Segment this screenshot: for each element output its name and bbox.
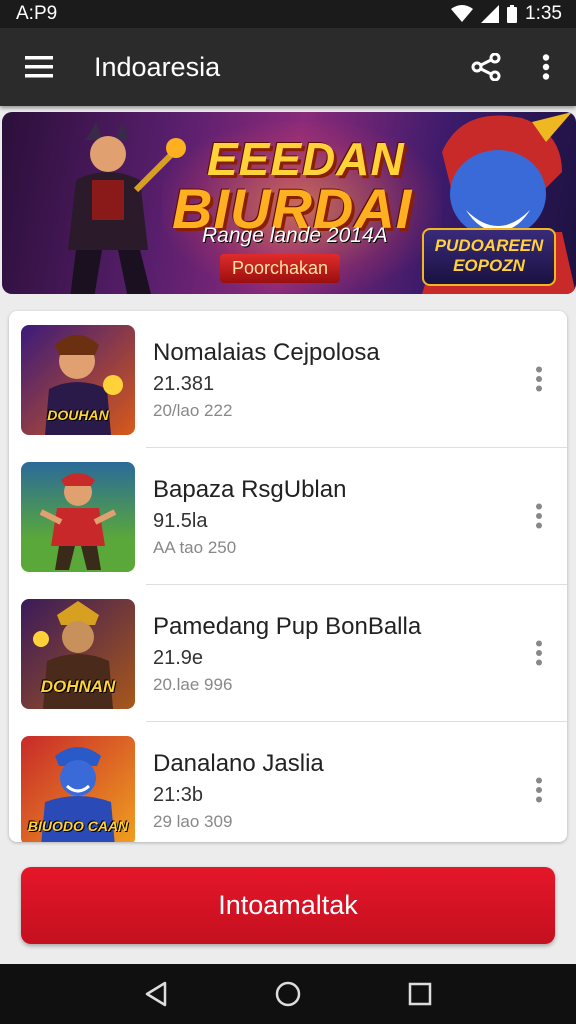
recents-button[interactable] <box>390 964 450 1024</box>
status-bar: A:P9 1:35 <box>0 0 576 28</box>
menu-button[interactable] <box>0 28 78 106</box>
game-title: Nomalaias Cejpolosa <box>153 339 380 366</box>
banner-subtitle: Range lande 2014A <box>202 224 388 247</box>
system-nav-bar <box>0 964 576 1024</box>
banner-pill: Poorchakan <box>220 254 341 283</box>
game-thumbnail: DOHNAN <box>21 599 135 709</box>
games-list: DOUHAN Nomalaias Cejpolosa 21.381 20/lao… <box>9 311 567 842</box>
vertical-dots-icon <box>536 777 542 803</box>
game-stat: 91.5la <box>153 510 208 532</box>
hamburger-menu-icon <box>25 56 53 78</box>
banner-badge: PUDOAREEN EOPOZN <box>422 228 556 286</box>
list-item[interactable]: DOUHAN Nomalaias Cejpolosa 21.381 20/lao… <box>9 311 567 448</box>
game-thumbnail: BIUODO CAAN <box>21 736 135 842</box>
game-title: Danalano Jaslia <box>153 750 324 777</box>
vertical-dots-icon <box>536 503 542 529</box>
item-more-button[interactable] <box>523 357 555 401</box>
overflow-menu-button[interactable] <box>516 28 576 106</box>
status-icons: 1:35 <box>451 3 562 25</box>
game-meta: AA tao 250 <box>153 538 237 557</box>
thumbnail-label: DOHNAN <box>40 677 116 696</box>
item-more-button[interactable] <box>523 631 555 675</box>
vertical-dots-icon <box>536 366 542 392</box>
status-time: A:P9 <box>16 3 58 24</box>
thumbnail-label: DOUHAN <box>47 407 109 423</box>
game-stat: 21.9e <box>153 647 204 669</box>
list-item[interactable]: BIUODO CAAN Danalano Jaslia 21:3b 29 lao… <box>9 722 567 842</box>
list-item[interactable]: Bapaza RsgUblan 91.5la AA tao 250 <box>9 448 567 585</box>
share-button[interactable] <box>456 28 516 106</box>
item-more-button[interactable] <box>523 768 555 812</box>
game-title: Bapaza RsgUblan <box>153 476 347 503</box>
app-title: Indoaresia <box>94 51 221 82</box>
app-bar: Indoaresia <box>0 28 576 106</box>
game-thumbnail: DOUHAN <box>21 325 135 435</box>
game-stat: 21.381 <box>153 373 215 395</box>
character-art <box>39 473 117 570</box>
overflow-menu-icon <box>542 54 550 80</box>
primary-action-button[interactable]: Intoamaltak <box>21 867 555 944</box>
home-button[interactable] <box>258 964 318 1024</box>
back-triangle-icon <box>145 981 167 1007</box>
recents-square-icon <box>408 982 432 1006</box>
hero-warrior-illustration <box>68 122 186 294</box>
game-meta: 29 lao 309 <box>153 812 233 831</box>
game-stat: 21:3b <box>153 784 204 806</box>
battery-icon <box>507 5 518 23</box>
list-item[interactable]: DOHNAN Pamedang Pup BonBalla 21.9e 20.la… <box>9 585 567 722</box>
game-thumbnail <box>21 462 135 572</box>
status-clock: 1:35 <box>525 3 562 24</box>
home-circle-icon <box>275 981 301 1007</box>
signal-icon <box>481 5 500 23</box>
game-title: Pamedang Pup BonBalla <box>153 613 422 640</box>
wifi-icon <box>451 5 474 22</box>
game-meta: 20/lao 222 <box>153 401 233 420</box>
thumbnail-label: BIUODO CAAN <box>27 818 129 834</box>
item-more-button[interactable] <box>523 494 555 538</box>
back-button[interactable] <box>126 964 186 1024</box>
promo-banner[interactable]: EEEDAN BIURDAI Range lande 2014A Poorcha… <box>2 112 576 294</box>
game-meta: 20.lae 996 <box>153 675 233 694</box>
share-icon <box>471 53 501 81</box>
vertical-dots-icon <box>536 640 542 666</box>
